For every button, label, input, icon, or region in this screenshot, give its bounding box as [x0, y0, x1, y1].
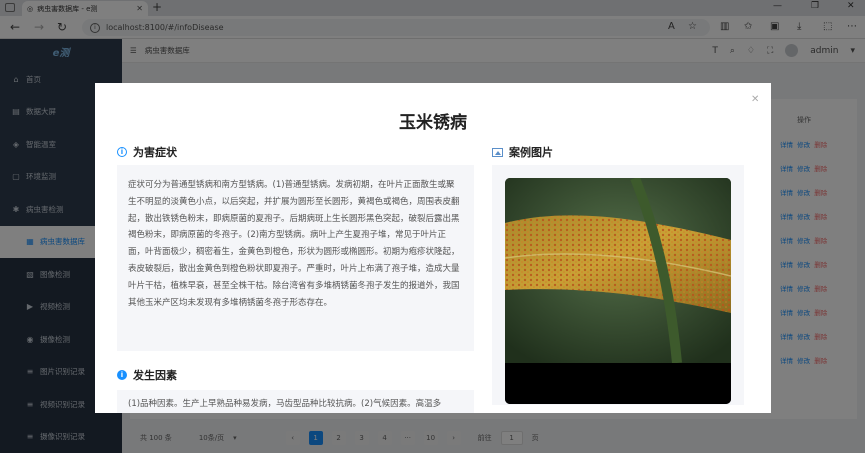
- info-icon: i: [117, 147, 127, 157]
- case-image-title: 案例图片: [509, 146, 553, 159]
- causes-text: (1)品种因素。生产上早熟品种易发病，马齿型品种比较抗病。(2)气候因素。高温多: [117, 390, 474, 413]
- picture-icon: [492, 147, 503, 157]
- symptoms-title: 为害症状: [133, 146, 177, 159]
- symptoms-heading: i 为害症状: [117, 144, 177, 160]
- disease-detail-dialog: ✕ 玉米锈病 i 为害症状 症状可分为普通型锈病和南方型锈病。(1)普通型锈病。…: [95, 83, 771, 413]
- corn-rust-leaf-photo: [505, 178, 731, 404]
- case-image-heading: 案例图片: [492, 144, 553, 160]
- causes-heading: i 发生因素: [117, 367, 177, 383]
- info-filled-icon: i: [117, 370, 127, 380]
- case-image[interactable]: [505, 178, 731, 404]
- symptoms-text: 症状可分为普通型锈病和南方型锈病。(1)普通型锈病。发病初期，在叶片正面散生或聚…: [117, 165, 474, 351]
- dialog-title: 玉米锈病: [399, 113, 467, 133]
- close-icon[interactable]: ✕: [751, 94, 759, 105]
- causes-title: 发生因素: [133, 369, 177, 382]
